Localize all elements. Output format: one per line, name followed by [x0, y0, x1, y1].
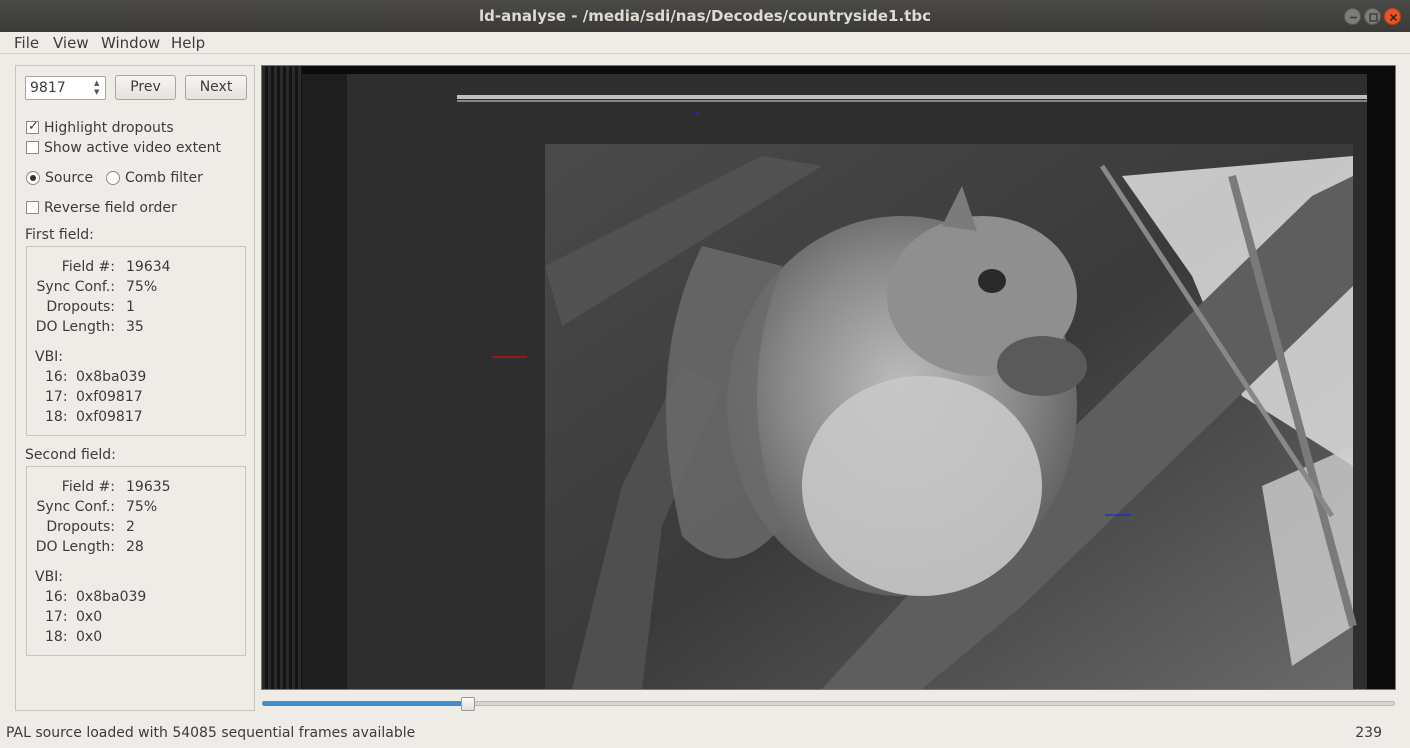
- radio-dot-icon: [30, 175, 36, 181]
- control-panel: ▲ ▼ Prev Next ✓ Highlight dropouts Show …: [15, 65, 255, 711]
- do-length-row: DO Length: 28: [27, 538, 245, 556]
- spin-arrows[interactable]: ▲ ▼: [92, 78, 104, 98]
- field-number-label: Field #:: [61, 259, 115, 275]
- do-length-value: 28: [126, 539, 144, 555]
- vbi-line: 18:: [45, 409, 68, 425]
- minimize-icon: [1350, 16, 1357, 19]
- title-bar[interactable]: ld-analyse - /media/sdi/nas/Decodes/coun…: [0, 0, 1410, 32]
- sync-conf-label: Sync Conf.:: [36, 499, 115, 515]
- maximize-icon: [1369, 13, 1378, 22]
- close-icon: [1389, 13, 1398, 22]
- vbi-line: 17:: [45, 609, 68, 625]
- source-label: Source: [45, 170, 94, 186]
- spin-up-icon[interactable]: ▲: [94, 79, 99, 87]
- vbi-value: 0x0: [76, 609, 103, 625]
- menu-file[interactable]: File: [14, 34, 39, 52]
- status-message: PAL source loaded with 54085 sequential …: [6, 725, 416, 741]
- menu-window[interactable]: Window: [101, 34, 160, 52]
- status-bar: PAL source loaded with 54085 sequential …: [0, 722, 1410, 744]
- sync-conf-row: Sync Conf.: 75%: [27, 498, 245, 516]
- frame-slider[interactable]: [262, 697, 1395, 711]
- menu-bar: File View Window Help: [0, 32, 1410, 54]
- radio-circle[interactable]: [26, 171, 40, 185]
- dropouts-value: 1: [126, 299, 135, 315]
- field-number-value: 19635: [126, 479, 171, 495]
- vbi-data-line: [457, 95, 1367, 99]
- vbi-value: 0x8ba039: [76, 369, 147, 385]
- field-number-row: Field #: 19634: [27, 258, 245, 276]
- checkbox-box[interactable]: ✓: [26, 119, 39, 134]
- first-field-group: Field #: 19634 Sync Conf.: 75% Dropouts:…: [26, 246, 246, 436]
- dropouts-row: Dropouts: 1: [27, 298, 245, 316]
- menu-help[interactable]: Help: [171, 34, 205, 52]
- second-field-heading: Second field:: [25, 447, 116, 463]
- vbi-value: 0xf09817: [76, 389, 143, 405]
- vbi-value: 0x0: [76, 629, 103, 645]
- sync-pulse-region: [262, 66, 302, 689]
- slider-handle[interactable]: [461, 697, 475, 711]
- show-active-video-label: Show active video extent: [44, 140, 222, 156]
- do-length-label: DO Length:: [35, 319, 115, 335]
- highlight-dropouts-checkbox[interactable]: ✓ Highlight dropouts: [26, 119, 226, 137]
- highlight-dropouts-label: Highlight dropouts: [44, 120, 174, 136]
- reverse-field-order-checkbox[interactable]: Reverse field order: [26, 199, 226, 217]
- vbi-label: VBI:: [35, 349, 64, 365]
- do-length-label: DO Length:: [35, 539, 115, 555]
- field-number-row: Field #: 19635: [27, 478, 245, 496]
- vbi-value: 0xf09817: [76, 409, 143, 425]
- dropouts-value: 2: [126, 519, 135, 535]
- field-number-value: 19634: [126, 259, 171, 275]
- checkmark-icon: ✓: [28, 119, 39, 134]
- sync-conf-label: Sync Conf.:: [36, 279, 115, 295]
- vbi-line: 18:: [45, 629, 68, 645]
- sync-conf-row: Sync Conf.: 75%: [27, 278, 245, 296]
- show-active-video-checkbox[interactable]: Show active video extent: [26, 139, 236, 157]
- frame-viewer[interactable]: [261, 65, 1396, 690]
- do-length-value: 35: [126, 319, 144, 335]
- checkbox-box[interactable]: [26, 141, 39, 154]
- checkbox-box[interactable]: [26, 201, 39, 214]
- second-field-group: Field #: 19635 Sync Conf.: 75% Dropouts:…: [26, 466, 246, 656]
- first-field-heading: First field:: [25, 227, 94, 243]
- comb-filter-radio[interactable]: Comb filter: [106, 169, 226, 187]
- window-title: ld-analyse - /media/sdi/nas/Decodes/coun…: [479, 7, 931, 25]
- slider-fill: [262, 701, 468, 706]
- maximize-button[interactable]: [1364, 8, 1381, 25]
- vbi-value: 0x8ba039: [76, 589, 147, 605]
- vbi-line: 16:: [45, 369, 68, 385]
- menu-view[interactable]: View: [53, 34, 89, 52]
- do-length-row: DO Length: 35: [27, 318, 245, 336]
- comb-filter-label: Comb filter: [125, 170, 203, 186]
- frame-number-spinbox[interactable]: ▲ ▼: [25, 76, 106, 100]
- reverse-field-order-label: Reverse field order: [44, 200, 177, 216]
- dropouts-label: Dropouts:: [46, 519, 115, 535]
- status-value: 239: [1355, 725, 1382, 741]
- sync-conf-value: 75%: [126, 499, 158, 515]
- frame-number-input[interactable]: [26, 77, 90, 99]
- next-button[interactable]: Next: [185, 75, 247, 100]
- field-number-label: Field #:: [61, 479, 115, 495]
- source-radio[interactable]: Source: [26, 169, 116, 187]
- spin-down-icon[interactable]: ▼: [94, 88, 99, 96]
- prev-button[interactable]: Prev: [115, 75, 176, 100]
- close-button[interactable]: [1384, 8, 1401, 25]
- vbi-line: 16:: [45, 589, 68, 605]
- minimize-button[interactable]: [1344, 8, 1361, 25]
- vbi-label: VBI:: [35, 569, 64, 585]
- video-frame-image: [262, 66, 1395, 689]
- dropouts-label: Dropouts:: [46, 299, 115, 315]
- app-window: ld-analyse - /media/sdi/nas/Decodes/coun…: [0, 0, 1410, 748]
- radio-circle[interactable]: [106, 171, 120, 185]
- dropouts-row: Dropouts: 2: [27, 518, 245, 536]
- sync-conf-value: 75%: [126, 279, 158, 295]
- vbi-line: 17:: [45, 389, 68, 405]
